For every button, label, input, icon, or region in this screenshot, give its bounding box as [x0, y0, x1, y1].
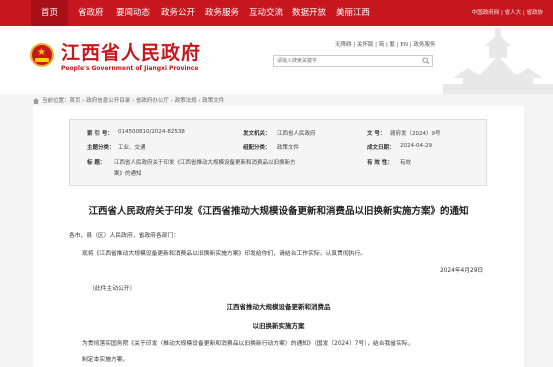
pavilion-skyline-decoration [443, 28, 553, 94]
meta-index-label: 索 引 号： [87, 131, 113, 137]
body-paragraph-1: 现将《江西省推动大规模设备更新和消费品以旧换新实施方案》印发给你们，请结合工作实… [82, 251, 367, 257]
meta-issuer-label: 发文机关： [243, 131, 271, 137]
search-input[interactable] [277, 57, 417, 65]
home-icon [33, 97, 39, 104]
nav-item-services[interactable]: 政务服务 [205, 0, 239, 26]
meta-date-value: 2024-04-29 [400, 143, 432, 149]
national-emblem-icon: ★ [30, 43, 54, 67]
meta-topic-label: 主题分类： [87, 145, 115, 151]
nav-external-links[interactable]: 中国政府网 | 省人大 | 省政协 [472, 0, 543, 26]
meta-type-label: 组配分类： [243, 145, 271, 151]
meta-docno-label: 文 号： [367, 131, 386, 137]
search-box[interactable] [273, 55, 433, 67]
document-meta-table: 索 引 号： 014500810/2024-82538 发文机关： 江西省人民政… [69, 119, 487, 186]
meta-title-value-cont: 案》的通知 [114, 171, 142, 177]
meta-index-value: 014500810/2024-82538 [118, 129, 185, 135]
nav-item-data-open[interactable]: 数据开放 [292, 0, 326, 26]
search-icon[interactable] [422, 57, 430, 65]
meta-validity-value: 有效 [400, 160, 412, 166]
nav-item-open-affairs[interactable]: 政务公开 [161, 0, 195, 26]
breadcrumb[interactable]: 当前位置：首页 › 政府信息公开目录 › 省政府办公厅 › 政策法规 › 政策文… [33, 96, 224, 104]
header-quick-links[interactable]: 无障碍 | 关怀版 | 简 | 繁 | EN | 政务服务 [335, 40, 435, 48]
plan-title-line-2: 以旧换新实施方案 [252, 322, 305, 330]
nav-item-government[interactable]: 省政府 [78, 0, 104, 26]
nav-item-home[interactable]: 首页 [31, 0, 69, 26]
site-header: ★ 江西省人民政府 People's Government of Jiangxi… [0, 26, 553, 94]
meta-title-label: 标 题： [87, 160, 106, 166]
top-nav: 首页 省政府 要闻动态 政务公开 政务服务 互动交流 数据开放 美丽江西 中国政… [0, 0, 553, 26]
meta-type-value: 政策文件 [277, 145, 300, 151]
breadcrumb-text[interactable]: 当前位置：首页 › 政府信息公开目录 › 省政府办公厅 › 政策法规 › 政策文… [42, 98, 224, 104]
nav-item-interaction[interactable]: 互动交流 [249, 0, 283, 26]
article-card: 索 引 号： 014500810/2024-82538 发文机关： 江西省人民政… [33, 106, 524, 367]
nav-item-beautiful-jiangxi[interactable]: 美丽江西 [336, 0, 370, 26]
meta-title-value: 江西省人民政府关于印发《江西省推动大规模设备更新和消费品以旧换新方 [114, 160, 296, 166]
site-title[interactable]: 江西省人民政府 [61, 38, 201, 65]
document-title: 江西省人民政府关于印发《江西省推动大规模设备更新和消费品以旧换新实施方案》的通知 [88, 206, 469, 217]
body-paragraph-2: 为贯彻落实国务院《关于印发〈推动大规模设备更新和消费品以旧换新行动方案〉的通知》… [82, 341, 414, 347]
meta-validity-label: 有 效 性： [367, 160, 393, 166]
nav-item-news[interactable]: 要闻动态 [116, 0, 150, 26]
meta-date-label: 成文日期： [367, 145, 395, 151]
issue-date: 2024年4月29日 [440, 268, 484, 274]
publicity-note: （此件主动公开） [89, 286, 136, 292]
salutation: 各市、县（区）人民政府，省政府各部门： [69, 233, 180, 239]
meta-topic-value: 工业、交通 [118, 145, 146, 151]
plan-title-line-1: 江西省推动大规模设备更新和消费品 [226, 303, 331, 311]
site-subtitle: People's Government of Jiangxi Province [61, 65, 199, 72]
body-paragraph-2-cont: 制定本实施方案。 [82, 357, 129, 363]
meta-issuer-value: 江西省人民政府 [277, 131, 316, 137]
meta-docno-value: 赣府发〔2024〕9号 [390, 131, 441, 137]
